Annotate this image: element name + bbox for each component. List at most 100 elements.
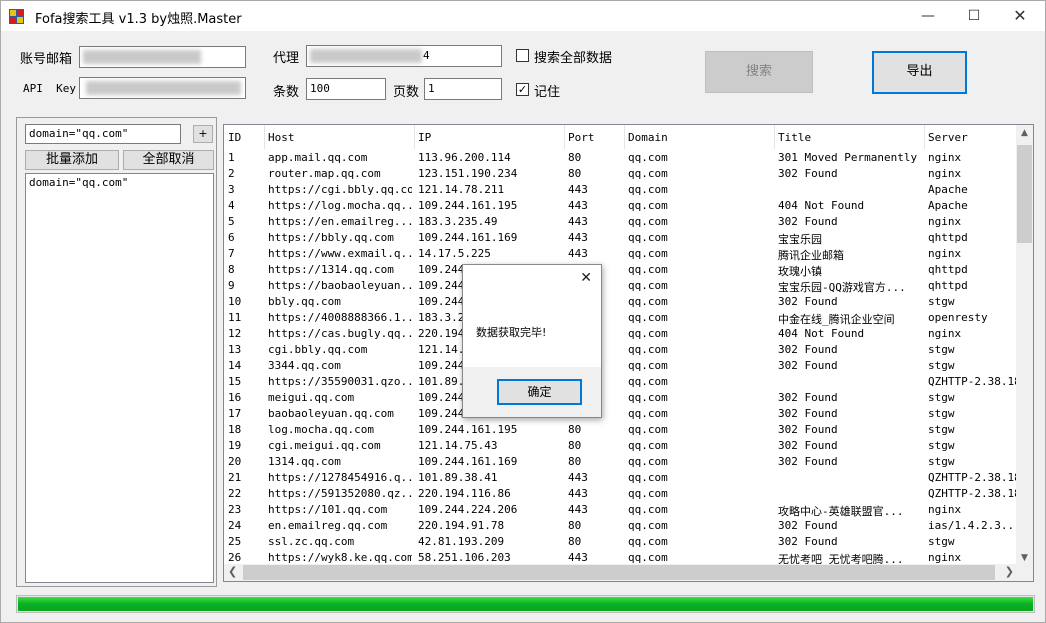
dialog-message: 数据获取完毕! <box>476 326 547 339</box>
table-row[interactable]: 5 https://en.emailreg.... 183.3.235.49 443 q… <box>224 213 1018 229</box>
pages-input[interactable]: 1 <box>424 78 502 100</box>
table-row[interactable]: 22 https://591352080.qz... 220.194.116.86 4… <box>224 485 1021 501</box>
cell-title: 404 Not Found <box>778 327 865 340</box>
cell-host: https://4008888366.1... <box>268 311 412 324</box>
table-row[interactable]: 25 ssl.zc.qq.com 42.81.193.209 80 qq.com 302 … <box>224 533 1018 549</box>
cell-title: 302 Found <box>778 535 838 548</box>
close-icon[interactable]: ✕ <box>997 1 1043 31</box>
vertical-scrollbar[interactable]: ▲ ▼ <box>1016 125 1033 566</box>
cell-host: https://cas.bugly.qq... <box>268 327 412 340</box>
cell-ip: 183.3.2 <box>418 311 465 324</box>
hscroll-thumb[interactable] <box>243 565 995 580</box>
dialog-ok-button[interactable]: 确定 <box>497 379 582 405</box>
table-row[interactable]: 9 https://baobaoleyuan... 109.244 qq.com 宝宝乐… <box>224 277 1018 294</box>
cell-title: 302 Found <box>778 519 838 532</box>
cell-ip: 58.251.106.203 <box>418 551 511 564</box>
cell-server: openresty <box>928 311 988 324</box>
scroll-down-icon[interactable]: ▼ <box>1016 553 1033 563</box>
table-row[interactable]: 19 cgi.meigui.qq.com 121.14.75.43 80 qq.com 3… <box>224 437 1018 453</box>
column-header-server[interactable]: Server <box>928 131 968 144</box>
table-row[interactable]: 8 https://1314.qq.com 109.244 qq.com 玫瑰小镇 qht… <box>224 261 1018 278</box>
cell-domain: qq.com <box>628 327 668 340</box>
cell-domain: qq.com <box>628 311 668 324</box>
cell-domain: qq.com <box>628 167 668 180</box>
scroll-up-icon[interactable]: ▲ <box>1016 128 1033 138</box>
minimize-icon[interactable]: — <box>905 1 951 31</box>
query-list[interactable]: domain="qq.com" <box>25 173 214 583</box>
table-row[interactable]: 17 baobaoleyuan.qq.com 109.244 qq.com 302 Fo… <box>224 405 1018 421</box>
cell-port: 443 <box>568 471 588 484</box>
cell-domain: qq.com <box>628 423 668 436</box>
cell-port: 80 <box>568 423 582 436</box>
cell-server: nginx <box>928 551 962 564</box>
cell-domain: qq.com <box>628 551 668 564</box>
cell-server: Apache <box>928 199 968 212</box>
cell-ip: 109.244 <box>418 263 465 276</box>
column-header-ip[interactable]: IP <box>418 131 431 144</box>
table-row[interactable]: 24 en.emailreg.qq.com 220.194.91.78 80 qq.co… <box>224 517 1021 533</box>
cell-server: QZHTTP-2.38.18 <box>928 471 1021 484</box>
table-row[interactable]: 18 log.mocha.qq.com 109.244.161.195 80 qq.co… <box>224 421 1018 437</box>
cell-host: 3344.qq.com <box>268 359 341 372</box>
cell-ip: 121.14. <box>418 343 465 356</box>
table-row[interactable]: 14 3344.qq.com 109.244 qq.com 302 Found stgw <box>224 357 1018 373</box>
column-header-port[interactable]: Port <box>568 131 595 144</box>
maximize-icon[interactable]: ☐ <box>951 1 997 31</box>
cell-id: 23 <box>228 503 242 516</box>
table-row[interactable]: 4 https://log.mocha.qq.... 109.244.161.195… <box>224 197 1018 213</box>
table-row[interactable]: 11 https://4008888366.1... 183.3.2 qq.com 中金… <box>224 309 1018 326</box>
cell-domain: qq.com <box>628 247 668 260</box>
cell-domain: qq.com <box>628 471 668 484</box>
query-list-item[interactable]: domain="qq.com" <box>29 176 210 189</box>
cell-id: 6 <box>228 231 235 244</box>
cell-server: stgw <box>928 535 955 548</box>
table-row[interactable]: 13 cgi.bbly.qq.com 121.14. qq.com 302 Found s… <box>224 341 1018 357</box>
table-row[interactable]: 6 https://bbly.qq.com 109.244.161.169 443 qq… <box>224 229 1018 246</box>
cell-title: 302 Found <box>778 359 838 372</box>
add-query-button[interactable]: + <box>193 125 213 143</box>
cell-domain: qq.com <box>628 359 668 372</box>
column-header-title[interactable]: Title <box>778 131 811 144</box>
cell-domain: qq.com <box>628 407 668 420</box>
cell-host: cgi.bbly.qq.com <box>268 343 368 356</box>
table-row[interactable]: 15 https://35590031.qzo... 101.89. qq.com QZ… <box>224 373 1021 389</box>
cell-ip: 220.194.116.86 <box>418 487 511 500</box>
table-row[interactable]: 1 app.mail.qq.com 113.96.200.114 80 qq.com 30… <box>224 149 1018 165</box>
search-all-checkbox[interactable] <box>516 49 529 62</box>
results-table[interactable]: ID Host IP Port Domain Title Server 1 app.mail.… <box>223 124 1034 582</box>
scroll-thumb[interactable] <box>1017 145 1032 243</box>
table-header: ID Host IP Port Domain Title Server <box>224 125 1018 149</box>
table-row[interactable]: 7 https://www.exmail.q... 14.17.5.225 443 qq… <box>224 245 1018 262</box>
column-header-id[interactable]: ID <box>228 131 241 144</box>
email-field[interactable] <box>79 46 246 68</box>
scroll-right-icon[interactable]: ❯ <box>1005 565 1014 578</box>
apikey-field[interactable] <box>79 77 246 99</box>
dialog-close-icon[interactable]: ✕ <box>580 270 592 286</box>
table-row[interactable]: 2 router.map.qq.com 123.151.190.234 80 qq.co… <box>224 165 1018 181</box>
table-row[interactable]: 21 https://1278454916.q... 101.89.38.41 443… <box>224 469 1021 485</box>
horizontal-scrollbar[interactable]: ❮ ❯ <box>224 564 1018 581</box>
table-row[interactable]: 12 https://cas.bugly.qq... 220.194 qq.com 40… <box>224 325 1018 341</box>
query-input[interactable]: domain="qq.com" <box>25 124 181 144</box>
table-row[interactable]: 26 https://wyk8.ke.qq.com 58.251.106.203 44… <box>224 549 1018 566</box>
search-button[interactable]: 搜索 <box>705 51 813 93</box>
cell-server: nginx <box>928 327 962 340</box>
scroll-left-icon[interactable]: ❮ <box>228 565 237 578</box>
column-header-host[interactable]: Host <box>268 131 295 144</box>
remember-checkbox[interactable]: ✓ <box>516 83 529 96</box>
export-button[interactable]: 导出 <box>872 51 967 94</box>
cancel-all-button[interactable]: 全部取消 <box>123 150 214 170</box>
table-row[interactable]: 23 https://101.qq.com 109.244.224.206 443 qq… <box>224 501 1018 518</box>
cell-id: 19 <box>228 439 242 452</box>
column-header-domain[interactable]: Domain <box>628 131 668 144</box>
proxy-field[interactable]: 4 <box>306 45 502 67</box>
table-row[interactable]: 10 bbly.qq.com 109.244 qq.com 302 Found stgw <box>224 293 1018 309</box>
table-row[interactable]: 3 https://cgi.bbly.qq.com 121.14.78.211 443… <box>224 181 1018 197</box>
cell-id: 7 <box>228 247 235 260</box>
count-input[interactable]: 100 <box>306 78 386 100</box>
cell-title: 301 Moved Permanently <box>778 151 918 164</box>
batch-add-button[interactable]: 批量添加 <box>25 150 119 170</box>
table-row[interactable]: 16 meigui.qq.com 109.244 qq.com 302 Found stg… <box>224 389 1018 405</box>
message-dialog: ✕ 数据获取完毕! 确定 <box>462 264 602 418</box>
table-row[interactable]: 20 1314.qq.com 109.244.161.169 80 qq.com 302 … <box>224 453 1018 469</box>
